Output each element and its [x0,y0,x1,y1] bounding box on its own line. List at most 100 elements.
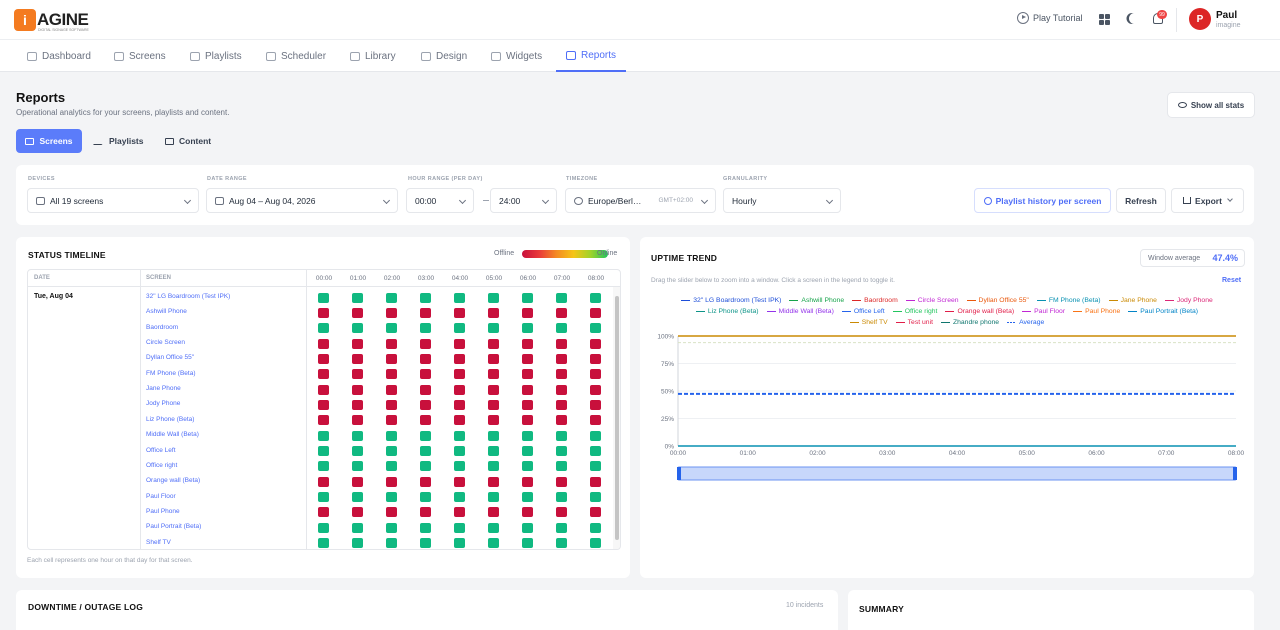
status-cell[interactable] [420,384,431,395]
show-all-stats-button[interactable]: Show all stats [1167,92,1255,118]
screen-link[interactable]: Paul Floor [146,493,176,500]
status-cell[interactable] [522,338,533,349]
status-cell[interactable] [386,476,397,487]
status-cell[interactable] [522,292,533,303]
status-cell[interactable] [318,399,329,410]
status-cell[interactable] [488,538,499,549]
status-cell[interactable] [556,353,567,364]
granularity-select[interactable]: Hourly [723,188,841,213]
status-cell[interactable] [318,307,329,318]
status-cell[interactable] [386,338,397,349]
status-cell[interactable] [386,538,397,549]
status-cell[interactable] [488,338,499,349]
apps-grid-icon[interactable] [1099,14,1110,25]
status-cell[interactable] [352,538,363,549]
status-cell[interactable] [318,415,329,426]
status-cell[interactable] [386,522,397,533]
legend-item[interactable]: 32" LG Boardroom (Test IPK) [681,297,781,304]
status-cell[interactable] [352,353,363,364]
screen-link[interactable]: Middle Wall (Beta) [146,431,199,438]
legend-item[interactable]: Middle Wall (Beta) [766,308,834,315]
status-cell[interactable] [556,369,567,380]
status-cell[interactable] [420,446,431,456]
screen-link[interactable]: Baordroom [146,324,178,331]
screen-link[interactable]: Liz Phone (Beta) [146,416,194,423]
status-cell[interactable] [454,384,465,395]
date-range-picker[interactable]: Aug 04 – Aug 04, 2026 [206,188,398,213]
status-cell[interactable] [488,307,499,318]
status-cell[interactable] [522,369,533,380]
status-cell[interactable] [522,415,533,426]
tab-playlists[interactable]: Playlists [87,129,152,153]
status-cell[interactable] [386,369,397,380]
status-cell[interactable] [386,292,397,303]
status-cell[interactable] [420,323,431,334]
status-cell[interactable] [522,399,533,410]
status-cell[interactable] [386,399,397,410]
status-cell[interactable] [318,430,329,441]
status-cell[interactable] [590,307,601,318]
screen-link[interactable]: Circle Screen [146,339,185,346]
tab-content[interactable]: Content [157,129,219,153]
status-cell[interactable] [522,353,533,364]
status-cell[interactable] [318,323,329,334]
status-cell[interactable] [522,323,533,334]
legend-item[interactable]: Average [1007,319,1044,326]
nav-library[interactable]: Library [350,40,396,72]
status-cell[interactable] [454,292,465,303]
status-cell[interactable] [522,507,533,518]
status-cell[interactable] [454,461,465,472]
status-cell[interactable] [522,307,533,318]
status-cell[interactable] [590,430,601,441]
screen-link[interactable]: Dyllan Office 55" [146,354,194,361]
status-cell[interactable] [420,538,431,549]
status-cell[interactable] [488,292,499,303]
hour-to-select[interactable]: 24:00 [490,188,557,213]
status-cell[interactable] [556,415,567,426]
status-cell[interactable] [488,507,499,518]
status-cell[interactable] [420,353,431,364]
screen-link[interactable]: 32" LG Boardroom (Test IPK) [146,293,230,300]
status-cell[interactable] [352,492,363,503]
legend-item[interactable]: Baordroom [852,297,898,304]
status-cell[interactable] [590,384,601,395]
status-cell[interactable] [352,446,363,456]
status-cell[interactable] [352,307,363,318]
status-cell[interactable] [454,492,465,503]
status-cell[interactable] [352,415,363,426]
status-cell[interactable] [420,522,431,533]
screen-link[interactable]: Office right [146,462,177,469]
status-cell[interactable] [488,492,499,503]
status-cell[interactable] [352,522,363,533]
legend-item[interactable]: Office Left [841,308,885,315]
status-cell[interactable] [454,507,465,518]
status-cell[interactable] [556,292,567,303]
legend-item[interactable]: Dyllan Office 55" [966,297,1029,304]
legend-item[interactable]: Paul Floor [1022,308,1065,315]
play-tutorial-button[interactable]: Play Tutorial [1017,12,1083,24]
status-cell[interactable] [352,338,363,349]
status-cell[interactable] [556,338,567,349]
status-cell[interactable] [488,399,499,410]
playlist-history-button[interactable]: Playlist history per screen [974,188,1111,213]
status-cell[interactable] [488,430,499,441]
status-cell[interactable] [420,430,431,441]
status-cell[interactable] [420,461,431,472]
status-cell[interactable] [420,492,431,503]
refresh-button[interactable]: Refresh [1116,188,1166,213]
status-cell[interactable] [590,353,601,364]
status-cell[interactable] [590,369,601,380]
status-cell[interactable] [590,415,601,426]
nav-dashboard[interactable]: Dashboard [27,40,91,72]
legend-item[interactable]: Shelf TV [849,319,888,326]
nav-reports[interactable]: Reports [556,40,627,72]
status-cell[interactable] [488,384,499,395]
status-cell[interactable] [454,522,465,533]
screen-link[interactable]: Ashwill Phone [146,308,187,315]
screen-link[interactable]: Office Left [146,447,176,454]
status-cell[interactable] [522,538,533,549]
uptime-chart[interactable]: 100%75%50%25%0%00:00 01:00 02:00 03:00 04:00… [640,327,1254,487]
status-cell[interactable] [420,292,431,303]
hour-from-select[interactable]: 00:00 [406,188,474,213]
status-cell[interactable] [488,476,499,487]
